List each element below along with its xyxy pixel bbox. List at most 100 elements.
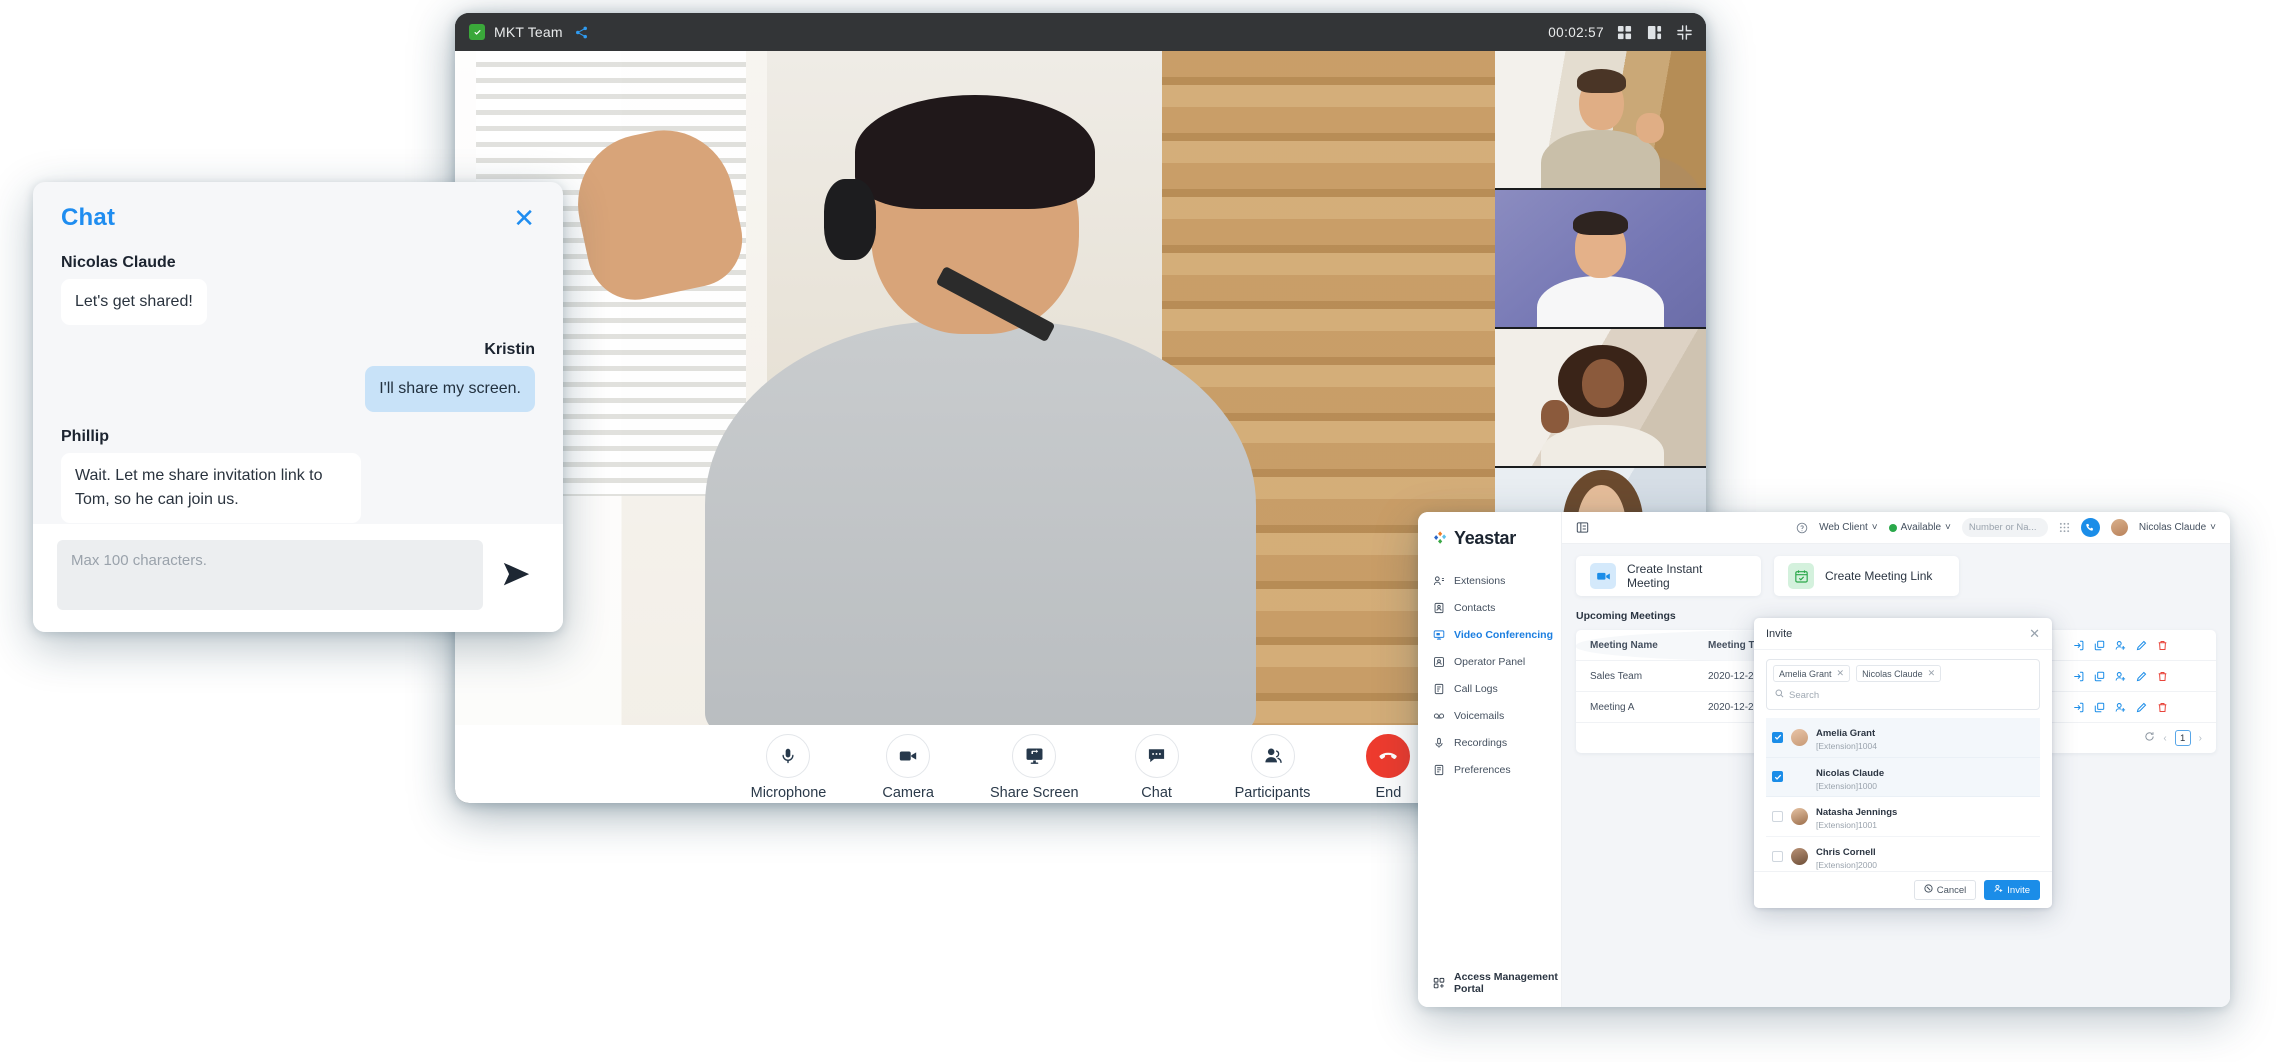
delete-icon[interactable]: [2156, 670, 2168, 682]
chevron-left-icon[interactable]: ‹: [2163, 733, 2166, 744]
meeting-title: MKT Team: [494, 24, 563, 40]
participants-button[interactable]: Participants: [1235, 733, 1310, 801]
sidebar-item-recordings[interactable]: Recordings: [1418, 729, 1561, 756]
invite-user-icon[interactable]: [2114, 639, 2126, 651]
web-client-selector[interactable]: Web Client ˅: [1819, 522, 1878, 533]
user-menu[interactable]: Nicolas Claude ˅: [2139, 522, 2216, 533]
create-instant-meeting-button[interactable]: Create Instant Meeting: [1576, 556, 1761, 596]
exit-fullscreen-icon[interactable]: [1675, 23, 1694, 42]
microphone-button[interactable]: Microphone: [750, 733, 827, 801]
contact-checkbox[interactable]: [1772, 850, 1783, 862]
chat-message: Phillip Wait. Let me share invitation li…: [61, 428, 535, 523]
chat-title: Chat: [61, 204, 116, 231]
end-call-button[interactable]: End: [1366, 733, 1411, 801]
participant-thumbnail[interactable]: [1495, 329, 1706, 468]
shield-check-icon: [469, 24, 485, 40]
user-name: Nicolas Claude: [2138, 522, 2207, 533]
contact-row[interactable]: Chris Cornell [Extension]2000: [1766, 837, 2040, 871]
contact-checkbox[interactable]: [1772, 731, 1783, 743]
contact-row[interactable]: Amelia Grant [Extension]1004: [1766, 718, 2040, 758]
share-icon[interactable]: [575, 26, 588, 39]
contact-name: Chris Cornell: [1816, 846, 1876, 858]
participant-thumbnail[interactable]: [1495, 190, 1706, 329]
edit-icon[interactable]: [2135, 701, 2147, 713]
sidebar-item-call-logs[interactable]: Call Logs: [1418, 675, 1561, 702]
refresh-icon[interactable]: [2144, 731, 2155, 745]
copy-link-icon[interactable]: [2093, 639, 2105, 651]
contact-extension: [Extension]2000: [1816, 859, 1877, 870]
delete-icon[interactable]: [2156, 639, 2168, 651]
control-label: Share Screen: [989, 784, 1079, 801]
presence-status-selector[interactable]: Available ˅: [1888, 522, 1951, 533]
dial-search-input[interactable]: Number or Na...: [1961, 518, 2048, 537]
copy-link-icon[interactable]: [2093, 670, 2105, 682]
remove-tag-icon[interactable]: ✕: [1928, 668, 1936, 679]
sidebar-item-voicemails[interactable]: Voicemails: [1418, 702, 1561, 729]
participant-thumbnail[interactable]: [1495, 51, 1706, 190]
invite-search-placeholder: Search: [1789, 689, 1820, 701]
recordings-icon: [1432, 736, 1445, 749]
chevron-down-icon: ˅: [1871, 522, 1878, 533]
chat-input[interactable]: [57, 540, 483, 610]
page-number[interactable]: 1: [2174, 730, 2191, 746]
sidebar-view-icon[interactable]: [1645, 23, 1664, 42]
join-meeting-icon[interactable]: [2072, 670, 2084, 682]
close-icon[interactable]: ✕: [513, 205, 535, 231]
sidebar-item-extensions[interactable]: Extensions: [1418, 567, 1561, 594]
chat-button[interactable]: Chat: [1134, 733, 1179, 801]
control-label: Microphone: [750, 784, 827, 801]
sidebar-item-video-conferencing[interactable]: Video Conferencing: [1418, 621, 1561, 648]
grid-view-icon[interactable]: [1615, 23, 1634, 42]
chat-header: Chat ✕: [61, 204, 535, 232]
sidebar-item-preferences[interactable]: Preferences: [1418, 756, 1561, 783]
sidebar-item-operator-panel[interactable]: Operator Panel: [1418, 648, 1561, 675]
edit-icon[interactable]: [2135, 639, 2147, 651]
send-icon[interactable]: [493, 552, 539, 598]
cancel-label: Cancel: [1936, 884, 1967, 896]
create-meeting-link-button[interactable]: Create Meeting Link: [1774, 556, 1959, 596]
chat-icon: [1134, 733, 1179, 778]
delete-icon[interactable]: [2156, 701, 2168, 713]
sidebar-item-label: Contacts: [1454, 601, 1496, 614]
invite-button[interactable]: Invite: [1984, 880, 2040, 900]
contact-checkbox[interactable]: [1772, 771, 1783, 783]
invite-search-input[interactable]: Search: [1773, 687, 2033, 703]
recipient-tag: Amelia Grant ✕: [1773, 665, 1851, 682]
meeting-timer: 00:02:57: [1548, 24, 1604, 40]
join-meeting-icon[interactable]: [2072, 639, 2084, 651]
dialpad-icon[interactable]: [2059, 522, 2070, 533]
active-speaker-video[interactable]: [455, 51, 1495, 725]
invite-dialog-title: Invite: [1766, 627, 1793, 640]
collapse-menu-icon[interactable]: [1576, 521, 1590, 535]
access-management-portal-link[interactable]: Access Management Portal: [1418, 971, 1561, 995]
remove-tag-icon[interactable]: ✕: [1837, 668, 1845, 679]
sidebar-item-label: Extensions: [1454, 574, 1506, 587]
portal-label: Access Management Portal: [1454, 971, 1558, 995]
row-operations: [2072, 639, 2202, 651]
sidebar-item-contacts[interactable]: Contacts: [1418, 594, 1561, 621]
contact-row[interactable]: Natasha Jennings [Extension]1001: [1766, 797, 2040, 837]
edit-icon[interactable]: [2135, 670, 2147, 682]
cancel-button[interactable]: Cancel: [1913, 880, 1977, 900]
invite-user-icon[interactable]: [2114, 701, 2126, 713]
yeastar-topbar: Web Client ˅ Available ˅ Number or Na...: [1562, 512, 2230, 544]
invite-user-icon[interactable]: [2114, 670, 2126, 682]
chat-message: Kristin I'll share my screen.: [61, 341, 535, 412]
video-conferencing-icon: [1432, 628, 1445, 641]
camera-button[interactable]: Camera: [882, 733, 934, 801]
row-operations: [2072, 670, 2202, 682]
join-meeting-icon[interactable]: [2072, 701, 2084, 713]
close-icon[interactable]: ✕: [2029, 627, 2040, 640]
help-circle-icon[interactable]: [1796, 522, 1808, 534]
chat-composer: [33, 524, 563, 632]
contact-checkbox[interactable]: [1772, 811, 1783, 823]
avatar[interactable]: [2110, 519, 2128, 536]
copy-link-icon[interactable]: [2093, 701, 2105, 713]
end-call-icon: [1366, 733, 1411, 778]
share-screen-button[interactable]: Share Screen: [989, 733, 1079, 801]
call-icon[interactable]: [2080, 518, 2100, 537]
contact-row[interactable]: Nicolas Claude [Extension]1000: [1766, 757, 2040, 798]
chevron-right-icon[interactable]: ›: [2199, 733, 2202, 744]
contact-name: Amelia Grant: [1816, 728, 1876, 739]
invite-recipients-field[interactable]: Amelia Grant ✕ Nicolas Claude ✕ Search: [1766, 659, 2040, 710]
